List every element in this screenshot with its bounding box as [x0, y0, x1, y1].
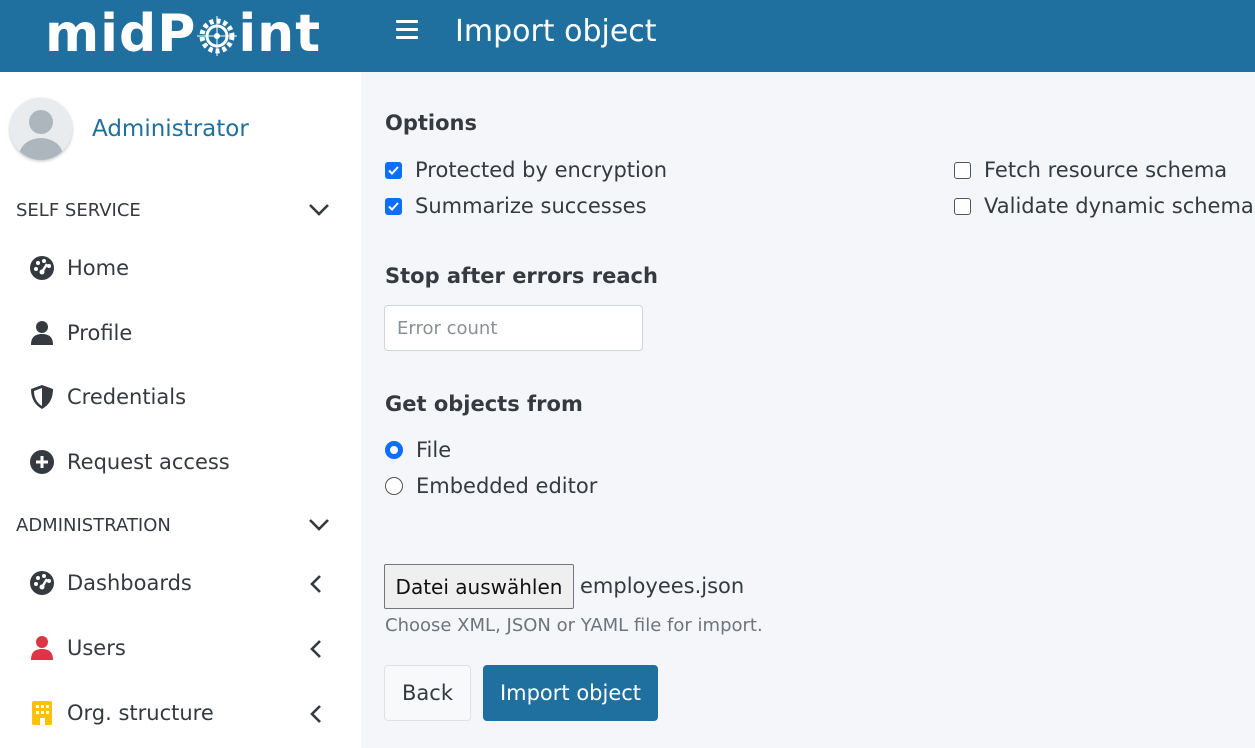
user-panel[interactable]: Administrator	[10, 98, 249, 160]
stop-after-errors-heading: Stop after errors reach	[385, 264, 658, 288]
midpoint-logo[interactable]: midP int	[45, 4, 321, 64]
user-icon	[28, 634, 56, 662]
choose-file-button[interactable]: Datei auswählen	[384, 564, 574, 609]
menu-toggle-icon[interactable]	[396, 20, 418, 40]
plus-circle-icon	[28, 448, 56, 476]
chevron-left-icon	[310, 575, 321, 593]
gear-icon	[197, 16, 238, 56]
sidebar-item-label: Home	[67, 256, 130, 280]
option-protected-by-encryption[interactable]: Protected by encryption	[385, 158, 667, 182]
radio-unselected[interactable]	[385, 477, 403, 495]
sidebar: Administrator SELF SERVICE Home Profile …	[0, 72, 361, 748]
option-validate-dynamic-schema[interactable]: Validate dynamic schema	[954, 194, 1254, 218]
user-name-link[interactable]: Administrator	[92, 116, 249, 142]
radio-label: Embedded editor	[416, 474, 598, 498]
selected-file-name: employees.json	[580, 574, 745, 598]
options-heading: Options	[385, 111, 477, 135]
dashboard-gauge-icon	[28, 254, 56, 282]
error-count-input[interactable]	[384, 305, 643, 351]
option-label: Protected by encryption	[415, 158, 667, 182]
sidebar-item-request-access[interactable]: Request access	[28, 442, 330, 482]
sidebar-item-label: Dashboards	[67, 571, 192, 595]
sidebar-item-credentials[interactable]: Credentials	[28, 377, 330, 417]
checkbox-checked[interactable]	[385, 161, 402, 179]
option-label: Summarize successes	[415, 194, 647, 218]
sidebar-item-label: Profile	[67, 321, 133, 345]
dashboard-gauge-icon	[28, 569, 56, 597]
section-administration[interactable]: ADMINISTRATION	[16, 510, 330, 540]
radio-selected[interactable]	[385, 441, 403, 459]
checkbox-checked[interactable]	[385, 197, 402, 215]
page-title: Import object	[455, 14, 657, 49]
user-icon	[28, 319, 56, 347]
chevron-down-icon	[309, 519, 329, 531]
chevron-left-icon	[310, 705, 321, 723]
file-help-text: Choose XML, JSON or YAML file for import…	[385, 615, 763, 636]
option-label: Fetch resource schema	[984, 158, 1228, 182]
sidebar-item-label: Request access	[67, 450, 230, 474]
chevron-left-icon	[310, 640, 321, 658]
sidebar-item-label: Users	[67, 636, 126, 660]
logo-text-left: midP	[45, 4, 197, 64]
back-button[interactable]: Back	[384, 665, 471, 721]
sidebar-item-dashboards[interactable]: Dashboards	[28, 563, 330, 603]
sidebar-item-home[interactable]: Home	[28, 248, 330, 288]
section-label: ADMINISTRATION	[16, 514, 171, 536]
radio-label: File	[416, 438, 452, 462]
section-label: SELF SERVICE	[16, 199, 141, 221]
top-header: midP int Import object	[0, 0, 1255, 72]
option-label: Validate dynamic schema	[984, 194, 1254, 218]
option-fetch-resource-schema[interactable]: Fetch resource schema	[954, 158, 1227, 182]
avatar	[10, 98, 72, 160]
logo-text-right: int	[238, 4, 322, 64]
sidebar-item-org-structure[interactable]: Org. structure	[28, 693, 330, 733]
source-embedded-editor-radio[interactable]: Embedded editor	[385, 474, 597, 498]
option-summarize-successes[interactable]: Summarize successes	[385, 194, 647, 218]
main-content: Options Protected by encryption Summariz…	[361, 72, 1255, 748]
section-self-service[interactable]: SELF SERVICE	[16, 195, 330, 225]
source-file-radio[interactable]: File	[385, 438, 451, 462]
building-icon	[28, 699, 56, 727]
shield-icon	[28, 383, 56, 411]
sidebar-item-profile[interactable]: Profile	[28, 313, 330, 353]
checkbox-unchecked[interactable]	[954, 197, 971, 215]
sidebar-item-label: Credentials	[67, 385, 187, 409]
get-objects-from-heading: Get objects from	[385, 392, 583, 416]
import-object-button[interactable]: Import object	[483, 665, 658, 721]
user-avatar-icon	[19, 110, 63, 160]
sidebar-item-label: Org. structure	[67, 701, 214, 725]
chevron-down-icon	[309, 204, 329, 216]
sidebar-item-users[interactable]: Users	[28, 628, 330, 668]
checkbox-unchecked[interactable]	[954, 161, 971, 179]
